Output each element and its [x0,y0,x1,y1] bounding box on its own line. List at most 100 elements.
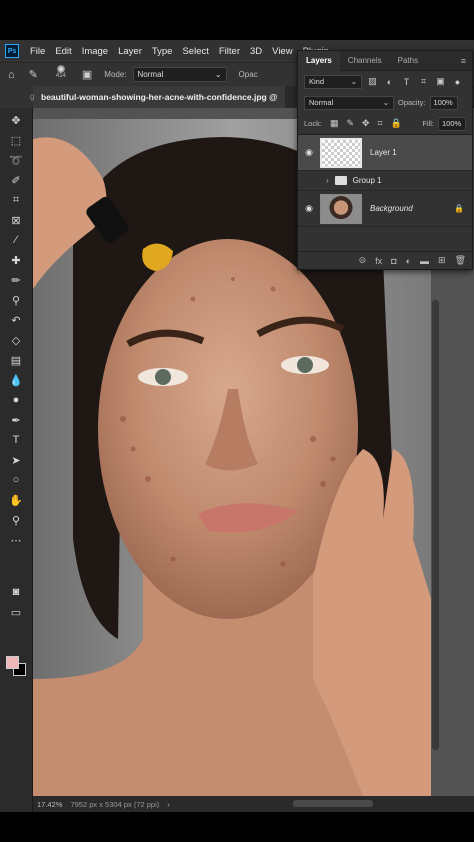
tab-paths[interactable]: Paths [390,51,426,71]
crop-icon[interactable]: ⌗ [8,192,24,208]
zoom-icon[interactable]: ⚲ [8,512,24,528]
menu-3d[interactable]: 3D [245,46,267,57]
zoom-level[interactable]: 17.42% [33,800,70,809]
blur-icon[interactable]: 💧 [8,372,24,388]
layer-row-layer-1[interactable]: ◉ Layer 1 [298,135,472,171]
link-layers-icon[interactable]: ⊝ [359,255,367,266]
menu-layer[interactable]: Layer [113,46,147,57]
menu-filter[interactable]: Filter [214,46,245,57]
path-select-icon[interactable]: ➤ [8,452,24,468]
home-icon[interactable]: ⌂ [8,69,15,81]
document-info: 7952 px x 5304 px (72 ppi) [70,799,160,809]
opacity-label: Opac [238,70,258,79]
brush-size-value: 414 [55,72,66,79]
type-filter-icon[interactable]: T [400,75,413,88]
clone-stamp-icon[interactable]: ⚲ [8,292,24,308]
shape-filter-icon[interactable]: ⌗ [417,75,430,88]
lock-artboard-icon[interactable]: ⌗ [378,118,383,129]
shape-icon[interactable]: ○ [8,472,24,488]
healing-brush-icon[interactable]: ✚ [8,252,24,268]
eyedropper-icon[interactable]: ⁄ [8,232,24,248]
horizontal-scrollbar[interactable] [293,800,373,807]
mode-value: Normal [137,70,164,79]
lock-all-icon[interactable]: 🔒 [391,118,402,129]
filter-kind-select[interactable]: Kind ⌄ [304,74,362,89]
layers-panel: Layers Channels Paths ≡ Kind ⌄ ▨ ◐ T ⌗ ▣… [297,50,473,270]
lock-label: Lock: [304,119,322,128]
vertical-scrollbar[interactable] [432,300,439,750]
eraser-icon[interactable]: ◇ [8,332,24,348]
status-bar: 17.42% 7952 px x 5304 px (72 ppi) › [33,796,474,812]
blend-row: Normal ⌄ Opacity: 100% [298,92,472,113]
opacity-label: Opacity: [398,98,426,107]
lock-transparent-icon[interactable]: ▦ [330,118,339,129]
new-group-icon[interactable]: ▬ [420,256,429,266]
bottom-black-bar [0,812,474,842]
history-brush-icon[interactable]: ↶ [8,312,24,328]
layer-thumbnail [320,193,362,224]
photoshop-logo-icon: Ps [5,44,19,58]
quick-mask-icon[interactable]: ◙ [8,584,24,600]
filter-row: Kind ⌄ ▨ ◐ T ⌗ ▣ ● [298,71,472,92]
lock-pixels-icon[interactable]: ✎ [346,118,354,129]
lock-row: Lock: ▦ ✎ ✥ ⌗ 🔒 Fill: 100% [298,113,472,134]
eye-icon[interactable]: ◉ [298,147,320,158]
new-layer-icon[interactable]: ⊞ [438,255,446,266]
fill-input[interactable]: 100% [438,116,466,131]
top-black-bar [0,0,474,40]
pen-icon[interactable]: ✒ [8,412,24,428]
filter-toggle-icon[interactable]: ● [451,75,464,88]
hand-icon[interactable]: ✋ [8,492,24,508]
lock-position-icon[interactable]: ✥ [362,118,370,129]
document-tab[interactable]: beautiful-woman-showing-her-acne-with-co… [33,86,286,108]
brush-preset-picker[interactable]: 414 [50,64,72,85]
blend-mode-select[interactable]: Normal ⌄ [304,95,394,110]
marquee-icon[interactable]: ⬚ [8,132,24,148]
panel-menu-icon[interactable]: ≡ [461,56,466,66]
menu-view[interactable]: View [267,46,297,57]
frame-icon[interactable]: ⊠ [8,212,24,228]
opacity-input[interactable]: 100% [429,95,458,110]
add-mask-icon[interactable]: ◘ [391,256,396,266]
chevron-right-icon[interactable]: › [167,800,170,809]
lasso-icon[interactable]: ➰ [8,152,24,168]
eye-icon[interactable]: ◉ [298,203,320,214]
layer-thumbnail [320,137,362,168]
blend-mode-value: Normal [309,98,334,107]
smart-object-filter-icon[interactable]: ▣ [434,75,447,88]
dodge-icon[interactable]: ● [8,392,24,408]
menu-type[interactable]: Type [147,46,178,57]
layer-row-group-1[interactable]: › Group 1 [298,171,472,191]
more-tools-icon[interactable]: ⋯ [8,532,24,548]
brush-tool-icon[interactable]: ✏ [8,272,24,288]
type-icon[interactable]: T [8,432,24,448]
menu-edit[interactable]: Edit [50,46,76,57]
move-icon[interactable]: ✥ [8,112,24,128]
trash-icon[interactable]: 🗑 [455,255,466,266]
fill-label: Fill: [422,119,434,128]
brush-settings-icon[interactable]: ▣ [82,68,92,81]
menu-image[interactable]: Image [77,46,113,57]
menu-select[interactable]: Select [177,46,213,57]
tools-panel: ✥ ⬚ ➰ ✐ ⌗ ⊠ ⁄ ✚ ✏ ⚲ ↶ ◇ ▤ 💧 ● ✒ T ➤ ○ ✋ … [0,108,33,812]
layer-name: Background [370,204,413,213]
pixel-filter-icon[interactable]: ▨ [366,75,379,88]
foreground-color-swatch[interactable] [6,656,19,669]
chevron-down-icon: ⌄ [382,98,389,107]
layer-row-background[interactable]: ◉ Background 🔒 [298,191,472,227]
brush-icon[interactable]: ✎ [29,68,38,81]
adjustment-filter-icon[interactable]: ◐ [383,75,396,88]
layers-list: ◉ Layer 1 › Group 1 ◉ Background 🔒 [298,134,472,227]
previous-tab[interactable]: g [0,86,34,108]
lock-icon[interactable]: 🔒 [454,204,464,213]
mode-select[interactable]: Normal ⌄ [132,67,227,82]
menu-file[interactable]: File [25,46,50,57]
screen-mode-icon[interactable]: ▭ [8,604,24,620]
adjustment-layer-icon[interactable]: ◐ [406,256,411,266]
chevron-right-icon[interactable]: › [326,176,329,185]
tab-layers[interactable]: Layers [298,50,340,71]
gradient-icon[interactable]: ▤ [8,352,24,368]
tab-channels[interactable]: Channels [340,51,390,71]
quick-select-icon[interactable]: ✐ [8,172,24,188]
fx-icon[interactable]: fx [375,256,382,266]
